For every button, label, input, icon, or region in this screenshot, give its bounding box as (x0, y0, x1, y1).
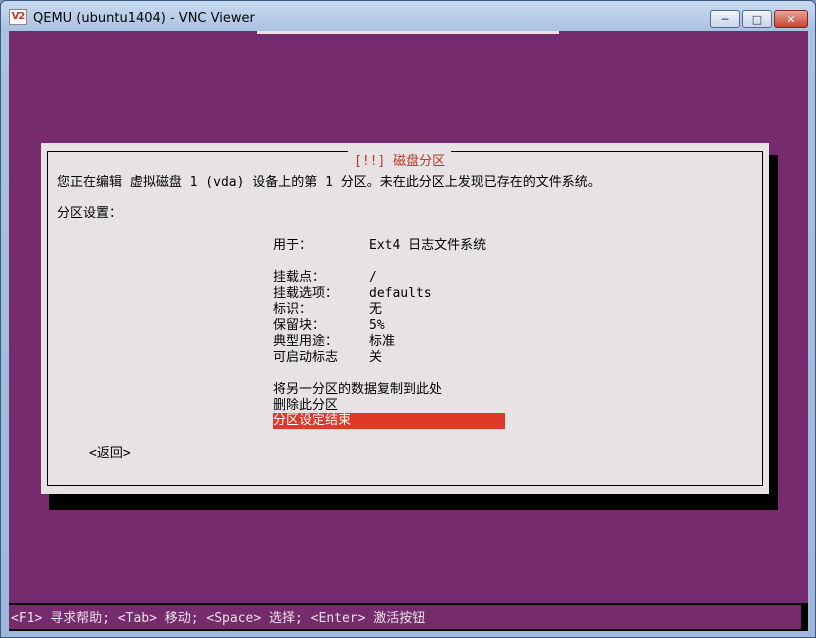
dialog-description: 您正在编辑 虚拟磁盘 1 (vda) 设备上的第 1 分区。未在此分区上发现已存… (57, 175, 601, 190)
setting-label-usage[interactable]: 用于： (273, 238, 312, 254)
action-copy-data[interactable]: 将另一分区的数据复制到此处 (273, 382, 442, 398)
minimize-button[interactable]: ─ (710, 10, 740, 28)
title-bar[interactable]: V2 QEMU (ubuntu1404) - VNC Viewer ─ □ ✕ (1, 1, 815, 31)
dialog-frame: [!!] 磁盘分区 (47, 151, 763, 486)
setting-value-bootable[interactable]: 关 (369, 350, 382, 366)
action-finish-selected[interactable]: 分区设定结束 (273, 413, 505, 429)
close-button[interactable]: ✕ (774, 10, 808, 28)
status-help-text: <F1> 寻求帮助; <Tab> 移动; <Space> 选择; <Enter>… (11, 611, 426, 626)
setting-value-reserved-blocks[interactable]: 5% (369, 318, 385, 334)
partition-dialog: [!!] 磁盘分区 您正在编辑 虚拟磁盘 1 (vda) 设备上的第 1 分区。… (41, 143, 769, 494)
vnc-app-icon: V2 (9, 9, 27, 25)
maximize-button[interactable]: □ (742, 10, 772, 28)
top-line (257, 31, 559, 34)
setting-label-mount-options[interactable]: 挂载选项： (273, 286, 338, 302)
action-finish-label: 分区设定结束 (273, 413, 352, 428)
dialog-title: [!!] 磁盘分区 (354, 153, 446, 169)
setting-value-usage[interactable]: Ext4 日志文件系统 (369, 238, 486, 254)
setting-value-mount-options[interactable]: defaults (369, 286, 432, 302)
setting-value-label[interactable]: 无 (369, 302, 382, 318)
setting-label-reserved-blocks[interactable]: 保留块： (273, 318, 325, 334)
action-delete-partition[interactable]: 删除此分区 (273, 398, 338, 414)
setting-label-label[interactable]: 标识： (273, 302, 312, 318)
setting-label-mountpoint[interactable]: 挂载点： (273, 270, 325, 286)
setting-value-mountpoint[interactable]: / (369, 270, 377, 286)
vnc-viewer-window: V2 QEMU (ubuntu1404) - VNC Viewer ─ □ ✕ … (0, 0, 816, 638)
setting-label-bootable[interactable]: 可启动标志 (273, 350, 338, 366)
window-title: QEMU (ubuntu1404) - VNC Viewer (33, 11, 255, 26)
setting-label-typical-usage[interactable]: 典型用途： (273, 334, 338, 350)
dialog-title-box: [!!] 磁盘分区 (348, 151, 452, 169)
vnc-screen[interactable]: [!!] 磁盘分区 您正在编辑 虚拟磁盘 1 (vda) 设备上的第 1 分区。… (9, 31, 808, 631)
setting-value-typical-usage[interactable]: 标准 (369, 334, 395, 350)
section-label: 分区设置： (57, 206, 123, 221)
back-button[interactable]: <返回> (89, 446, 131, 462)
